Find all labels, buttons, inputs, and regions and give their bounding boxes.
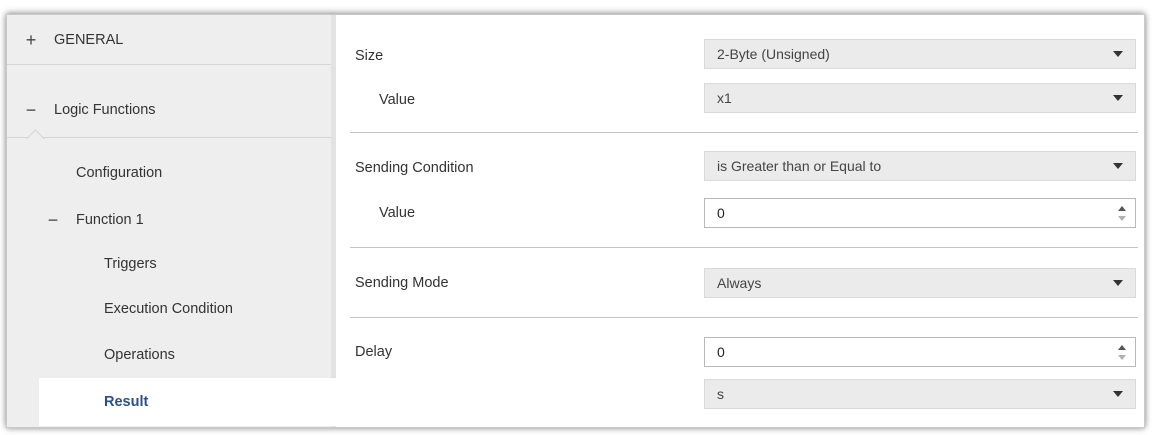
delay-label: Delay [355, 344, 393, 360]
collapse-minus-icon[interactable]: − [44, 210, 62, 231]
sidebar-item-general[interactable]: + GENERAL [22, 17, 124, 63]
spin-down-icon[interactable] [1118, 355, 1126, 360]
sidebar-item-label: Logic Functions [54, 102, 156, 118]
condition-value-input[interactable] [717, 205, 1097, 221]
delay-input[interactable] [717, 344, 1097, 360]
sending-mode-label: Sending Mode [355, 275, 449, 291]
condition-value-spinbox[interactable] [704, 198, 1136, 228]
delay-unit-dropdown[interactable]: s [704, 379, 1136, 409]
sidebar-item-label: Configuration [76, 165, 163, 181]
section-divider [350, 132, 1138, 133]
size-dropdown[interactable]: 2-Byte (Unsigned) [704, 39, 1136, 69]
spin-up-icon[interactable] [1118, 345, 1126, 350]
condition-value-label: Value [379, 205, 416, 221]
size-dropdown-value: 2-Byte (Unsigned) [717, 46, 830, 62]
size-label: Size [355, 48, 384, 64]
collapse-minus-icon[interactable]: − [22, 100, 40, 121]
sidebar-item-label: Operations [104, 347, 175, 363]
size-value-label: Value [379, 92, 416, 108]
sidebar-item-result[interactable]: Result [104, 378, 148, 426]
size-value-dropdown-value: x1 [717, 90, 732, 106]
section-divider [350, 247, 1138, 248]
parameter-window: + GENERAL − Logic Functions Configuratio… [6, 14, 1145, 428]
sending-condition-label: Sending Condition [355, 160, 474, 176]
spin-up-icon[interactable] [1118, 206, 1126, 211]
sidebar-item-label: GENERAL [54, 32, 124, 48]
sidebar-item-execution-condition[interactable]: Execution Condition [104, 286, 233, 332]
sidebar-item-label: Execution Condition [104, 301, 233, 317]
size-value-dropdown[interactable]: x1 [704, 83, 1136, 113]
delay-unit-dropdown-value: s [717, 386, 724, 402]
section-divider [350, 317, 1138, 318]
sidebar-item-operations[interactable]: Operations [104, 332, 175, 378]
sidebar-item-label: Function 1 [76, 212, 144, 228]
expand-plus-icon[interactable]: + [22, 30, 40, 51]
parameter-form: Size 2-Byte (Unsigned) Value x1 Sending … [336, 15, 1144, 427]
sending-condition-dropdown[interactable]: is Greater than or Equal to [704, 151, 1136, 181]
sidebar-item-configuration[interactable]: Configuration [76, 150, 162, 196]
sidebar-item-label: Triggers [104, 256, 157, 272]
sidebar-item-function-1[interactable]: − Function 1 [44, 197, 144, 243]
chevron-down-icon [1113, 163, 1123, 169]
sidebar-item-logic-functions[interactable]: − Logic Functions [22, 87, 156, 133]
sidebar-divider-line [7, 64, 331, 65]
sending-mode-dropdown-value: Always [717, 275, 762, 291]
sidebar-item-result-highlight[interactable] [39, 378, 340, 426]
delay-spinbox[interactable] [704, 337, 1136, 367]
sidebar-item-triggers[interactable]: Triggers [104, 241, 157, 287]
chevron-down-icon [1113, 51, 1123, 57]
chevron-down-icon [1113, 280, 1123, 286]
spin-down-icon[interactable] [1118, 216, 1126, 221]
sidebar-divider-line [7, 137, 331, 138]
chevron-down-icon [1113, 95, 1123, 101]
sending-condition-dropdown-value: is Greater than or Equal to [717, 158, 882, 174]
sidebar-tree: + GENERAL − Logic Functions Configuratio… [7, 15, 340, 427]
chevron-down-icon [1113, 391, 1123, 397]
sending-mode-dropdown[interactable]: Always [704, 268, 1136, 298]
